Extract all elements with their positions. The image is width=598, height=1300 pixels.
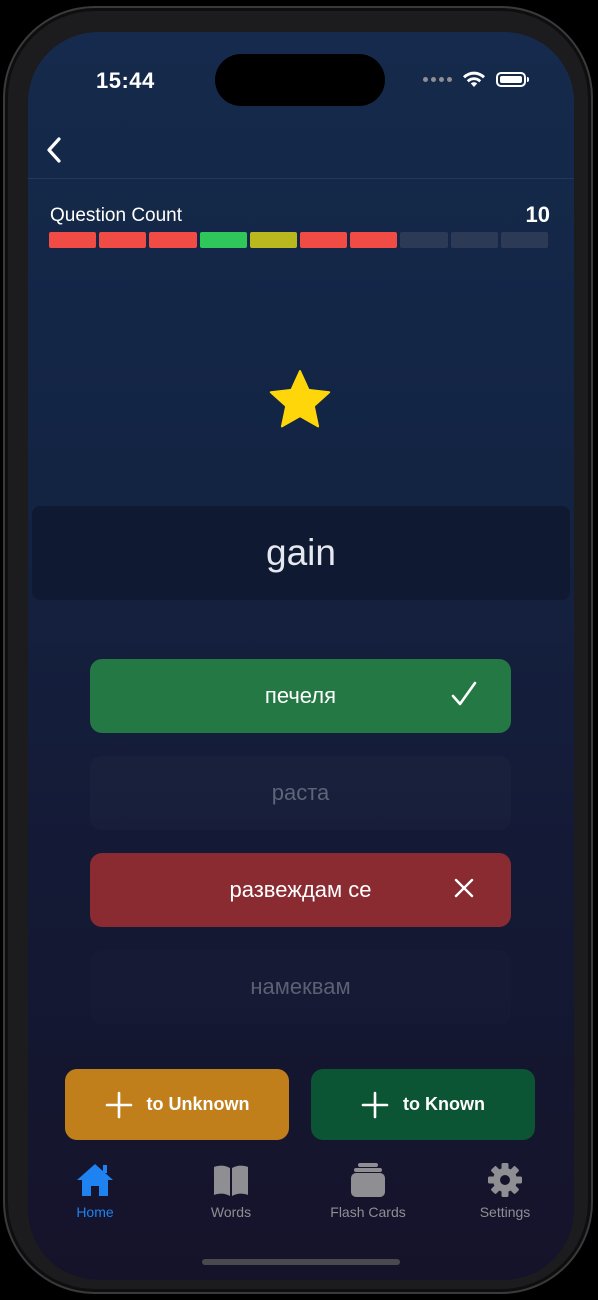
question-progress-bar	[49, 232, 548, 248]
add-to-unknown-label: to Unknown	[146, 1094, 250, 1114]
home-indicator[interactable]	[202, 1259, 400, 1265]
status-time: 15:44	[96, 68, 155, 93]
tab-flash-cards[interactable]: Flash Cards	[308, 1162, 428, 1226]
cellular-icon	[423, 76, 452, 82]
star-icon	[269, 370, 331, 428]
question-count-value: 10	[525, 202, 550, 227]
progress-segment	[99, 232, 147, 248]
back-button[interactable]	[34, 130, 74, 170]
add-to-known-label: to Known	[403, 1094, 485, 1114]
question-count-label: Question Count	[50, 205, 183, 226]
progress-segment	[450, 232, 498, 248]
book-icon	[214, 1165, 248, 1196]
answer-option-label: печеля	[264, 683, 337, 708]
tab-bar: Home Words Flash Cards Settings	[28, 1162, 574, 1242]
progress-segment	[500, 232, 548, 248]
tab-label: Flash Cards	[330, 1204, 406, 1220]
progress-segment	[400, 232, 448, 248]
answer-option-wrong[interactable]: развеждам се	[90, 853, 511, 927]
favorite-star-button[interactable]	[268, 368, 332, 437]
checkmark-icon	[451, 681, 477, 706]
phone-frame: 15:44 Question Count 10 gain печеля раст…	[3, 6, 593, 1294]
question-word-card: gain	[32, 506, 570, 600]
tab-home[interactable]: Home	[35, 1162, 155, 1226]
tab-label: Home	[76, 1204, 114, 1220]
tab-settings[interactable]: Settings	[445, 1162, 565, 1226]
add-to-known-button[interactable]: to Known	[311, 1069, 535, 1140]
chevron-left-icon	[47, 137, 61, 163]
answer-option-label: намеквам	[250, 974, 351, 999]
battery-icon	[496, 71, 529, 87]
wifi-icon	[463, 71, 485, 87]
tab-label: Words	[210, 1204, 252, 1220]
answer-option-correct[interactable]: печеля	[90, 659, 511, 733]
progress-segment	[149, 232, 197, 248]
navigation-bar	[28, 122, 574, 179]
status-icons	[423, 70, 529, 88]
dynamic-island	[215, 54, 385, 106]
tab-words[interactable]: Words	[171, 1162, 291, 1226]
answer-option-label: развеждам се	[229, 877, 372, 902]
plus-icon	[105, 1091, 132, 1118]
progress-segment	[249, 232, 297, 248]
progress-segment	[350, 232, 398, 248]
gear-icon	[488, 1163, 522, 1197]
close-icon	[454, 878, 474, 898]
cards-icon	[351, 1163, 385, 1197]
plus-icon	[361, 1091, 389, 1118]
add-to-unknown-button[interactable]: to Unknown	[65, 1069, 289, 1140]
question-word: gain	[266, 532, 336, 573]
answer-option[interactable]: намеквам	[90, 950, 511, 1024]
answer-option-label: раста	[271, 780, 330, 805]
progress-segment	[199, 232, 247, 248]
answer-option[interactable]: раста	[90, 756, 511, 830]
tab-label: Settings	[479, 1204, 531, 1220]
house-icon	[77, 1164, 113, 1196]
progress-segment	[299, 232, 348, 248]
app-screen: 15:44 Question Count 10 gain печеля раст…	[28, 32, 574, 1280]
progress-segment	[49, 232, 97, 248]
